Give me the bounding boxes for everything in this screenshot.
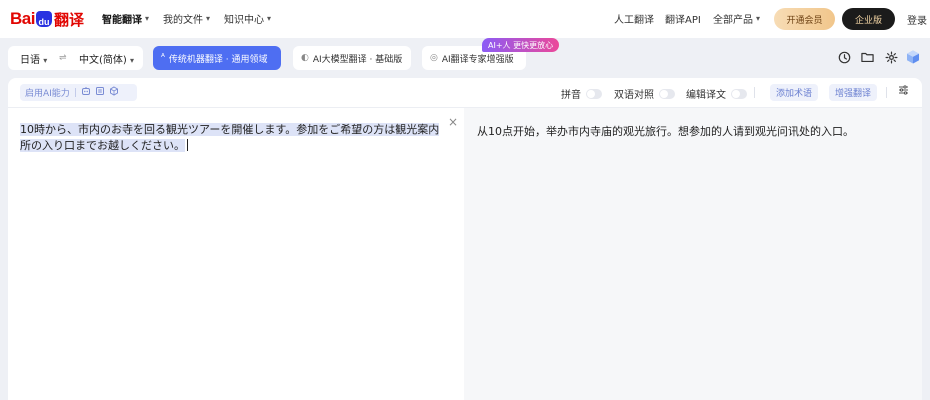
logo-fanyi: 翻译 <box>53 10 84 29</box>
bilingual-label: 双语对照 <box>614 90 654 101</box>
mode-ai-llm-basic[interactable]: ◐ AI大模型翻译 · 基础版 <box>293 46 411 70</box>
source-language-select[interactable]: 日语 ▾ <box>20 51 47 66</box>
target-language-select[interactable]: 中文(简体) ▾ <box>79 51 134 66</box>
target-language-label: 中文(简体) <box>79 54 127 66</box>
cube-icon[interactable] <box>905 49 921 65</box>
logo-du: du <box>38 17 50 27</box>
chevron-down-icon: ▾ <box>145 14 150 23</box>
chevron-down-icon: ▾ <box>267 14 272 23</box>
language-selector: 日语 ▾ ⇌ 中文(简体) ▾ <box>8 46 143 70</box>
open-vip-button[interactable]: 开通会员 <box>774 8 835 30</box>
nav-translate-api[interactable]: 翻译API <box>665 11 701 26</box>
settings-menu-icon[interactable] <box>898 85 909 98</box>
source-text-panel[interactable]: 10時から、市内のお寺を回る観光ツアーを開催します。参加をご希望の方は観光案内所… <box>8 108 464 400</box>
login-link[interactable]: 登录 <box>907 12 927 27</box>
source-text-input[interactable]: 10時から、市内のお寺を回る観光ツアーを開催します。参加をご希望の方は観光案内所… <box>20 122 450 154</box>
ai-expert-icon: ◎ <box>430 53 438 63</box>
pinyin-toggle[interactable] <box>586 88 602 99</box>
mode-traditional-mt-label: 传统机器翻译 · 通用领域 <box>168 54 268 65</box>
ai-human-badge: AI+人 更快更放心 <box>482 38 560 52</box>
nav-human-translation-label: 人工翻译 <box>614 15 654 26</box>
add-term-button[interactable]: 添加术语 <box>770 84 819 101</box>
ai-cube-icon[interactable] <box>109 86 119 99</box>
source-text-content: 10時から、市内のお寺を回る観光ツアーを開催します。参加をご希望の方は観光案内所… <box>20 123 440 152</box>
nav-translate-api-label: 翻译API <box>665 15 701 26</box>
pinyin-toggle-group[interactable]: 拼音 <box>561 86 602 101</box>
close-icon[interactable]: × <box>448 115 458 129</box>
divider <box>754 87 755 98</box>
enterprise-button[interactable]: 企业版 <box>842 8 895 30</box>
enhance-translation-button[interactable]: 增强翻译 <box>829 84 878 101</box>
folder-icon[interactable] <box>859 49 875 65</box>
nav-all-products-label: 全部产品 <box>713 15 753 26</box>
mode-ai-llm-basic-label: AI大模型翻译 · 基础版 <box>312 54 403 65</box>
divider <box>886 87 887 98</box>
chevron-down-icon: ▾ <box>206 14 211 23</box>
nav-knowledge-center-label: 知识中心 <box>224 15 264 26</box>
divider: | <box>73 87 77 98</box>
mode-traditional-mt[interactable]: ᴬ 传统机器翻译 · 通用领域 <box>153 46 281 70</box>
chevron-down-icon: ▾ <box>43 55 48 65</box>
clock-icon[interactable] <box>836 49 852 65</box>
edit-translation-toggle[interactable] <box>731 88 747 99</box>
baidu-fanyi-logo[interactable]: Bai du 翻译 <box>10 6 84 32</box>
baidu-paw-icon: du <box>35 11 52 27</box>
mode-bar: 日语 ▾ ⇌ 中文(简体) ▾ ᴬ 传统机器翻译 · 通用领域 ◐ AI大模型翻… <box>0 38 930 78</box>
nav-all-products[interactable]: 全部产品 ▾ <box>713 11 760 26</box>
nav-smart-translate-label: 智能翻译 <box>102 15 142 26</box>
ai-model-icon: ◐ <box>301 53 309 63</box>
target-text-panel: 从10点开始，举办市内寺庙的观光旅行。想参加的人请到观光问讯处的入口。 <box>464 108 922 400</box>
translate-icon: ᴬ <box>161 53 165 63</box>
nav-my-files-label: 我的文件 <box>163 15 203 26</box>
enable-ai-capability[interactable]: 启用AI能力 | <box>20 84 137 101</box>
source-language-label: 日语 <box>20 54 40 66</box>
logo-bai: Bai <box>10 9 35 28</box>
mode-ai-expert-label: AI翻译专家增强版 <box>441 54 514 65</box>
nav-human-translation[interactable]: 人工翻译 <box>614 11 654 26</box>
nav-my-files[interactable]: 我的文件 ▾ <box>163 11 210 26</box>
bilingual-toggle-group[interactable]: 双语对照 <box>614 86 675 101</box>
edit-translation-toggle-group[interactable]: 编辑译文 <box>686 86 747 101</box>
edit-translation-label: 编辑译文 <box>686 90 726 101</box>
translation-toolbar: 启用AI能力 | 拼音 双语对照 编辑译文 添加术语 增强翻译 <box>8 78 922 108</box>
pinyin-label: 拼音 <box>561 90 581 101</box>
bilingual-toggle[interactable] <box>659 88 675 99</box>
nav-smart-translate[interactable]: 智能翻译 ▾ <box>102 11 149 26</box>
enable-ai-label: 启用AI能力 <box>25 89 70 99</box>
translation-result: 从10点开始，举办市内寺庙的观光旅行。想参加的人请到观光问讯处的入口。 <box>477 125 854 138</box>
top-navbar: Bai du 翻译 智能翻译 ▾ 我的文件 ▾ 知识中心 ▾ 人工翻译 翻译AP… <box>0 0 930 38</box>
nav-knowledge-center[interactable]: 知识中心 ▾ <box>224 11 271 26</box>
ai-agent-icon[interactable] <box>81 86 91 99</box>
text-cursor <box>187 139 188 151</box>
gear-icon[interactable] <box>883 49 899 65</box>
swap-languages-icon[interactable]: ⇌ <box>59 53 67 63</box>
chevron-down-icon: ▾ <box>756 14 761 23</box>
chevron-down-icon: ▾ <box>130 55 135 65</box>
ai-document-icon[interactable] <box>95 86 105 99</box>
